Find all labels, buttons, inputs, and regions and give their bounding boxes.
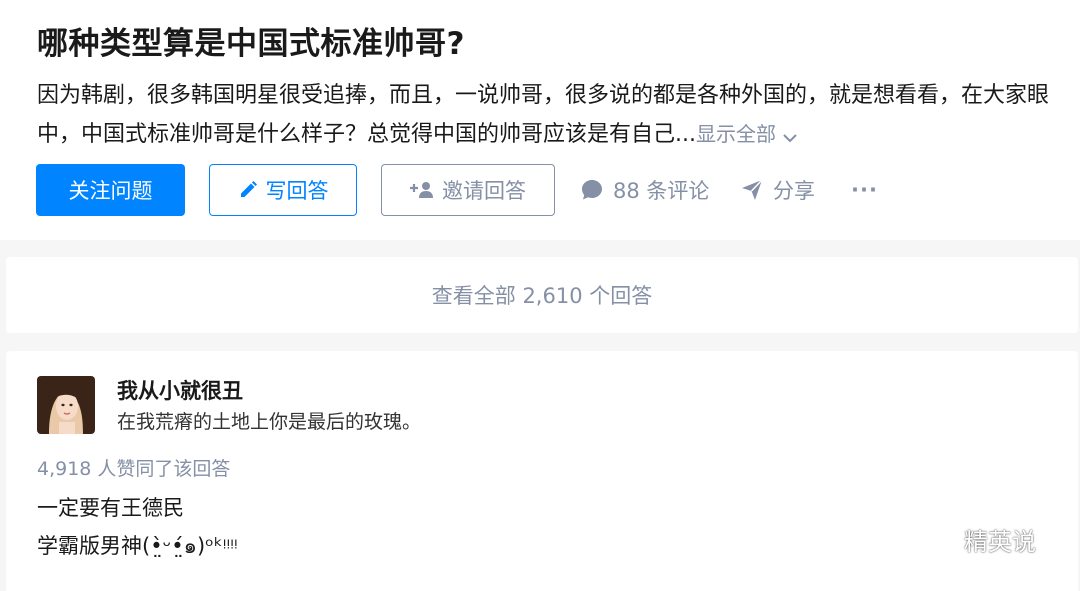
author-name[interactable]: 我从小就很丑 xyxy=(117,375,243,405)
invite-answer-button[interactable]: 邀请回答 xyxy=(381,164,555,216)
wechat-icon xyxy=(918,525,958,554)
more-dots-icon: ··· xyxy=(851,178,878,202)
answer-line: 一定要有王德民 xyxy=(37,496,184,520)
add-user-icon xyxy=(410,182,433,198)
answer-line: 学霸版男神(•̤̀ᵕ•̤́๑)ᵒᵏᵎᵎᵎᵎ xyxy=(37,534,238,558)
write-answer-label: 写回答 xyxy=(265,179,329,203)
question-title: 哪种类型算是中国式标准帅哥? xyxy=(37,26,465,62)
question-description-text: 因为韩剧，很多韩国明星很受追捧，而且，一说帅哥，很多说的都是各种外国的，就是想看… xyxy=(37,83,1050,147)
view-all-answers-button[interactable]: 查看全部 2,610 个回答 xyxy=(6,257,1078,333)
follow-question-label: 关注问题 xyxy=(68,179,153,203)
vote-count: 4,918 人赞同了该回答 xyxy=(37,458,231,480)
question-actions: 关注问题 写回答 邀请回答 88 条评论 分享 ··· xyxy=(36,164,1066,216)
question-header: 哪种类型算是中国式标准帅哥? 因为韩剧，很多韩国明星很受追捧，而且，一说帅哥，很… xyxy=(0,0,1080,240)
show-all-label: 显示全部 xyxy=(695,122,776,146)
watermark-text: 精英说 xyxy=(964,528,1036,556)
view-all-answers-label: 查看全部 2,610 个回答 xyxy=(431,284,653,308)
invite-answer-label: 邀请回答 xyxy=(442,179,526,203)
comment-icon xyxy=(582,180,602,200)
avatar[interactable] xyxy=(37,376,95,434)
share-button[interactable]: 分享 xyxy=(741,164,815,216)
comments-label: 88 条评论 xyxy=(613,179,710,203)
show-all-link[interactable]: 显示全部 xyxy=(696,122,798,146)
more-options-button[interactable]: ··· xyxy=(851,164,878,216)
answer-content: 一定要有王德民 学霸版男神(•̤̀ᵕ•̤́๑)ᵒᵏᵎᵎᵎᵎ xyxy=(37,489,238,565)
paper-plane-icon xyxy=(742,179,763,200)
share-label: 分享 xyxy=(773,179,815,203)
question-description: 因为韩剧，很多韩国明星很受追捧，而且，一说帅哥，很多说的都是各种外国的，就是想看… xyxy=(37,77,1057,155)
write-answer-button[interactable]: 写回答 xyxy=(209,164,357,216)
pencil-icon xyxy=(240,181,257,197)
comments-button[interactable]: 88 条评论 xyxy=(581,164,709,216)
chevron-down-icon xyxy=(782,117,798,155)
follow-question-button[interactable]: 关注问题 xyxy=(36,164,185,216)
watermark: 精英说 xyxy=(918,522,1036,557)
author-bio: 在我荒瘠的土地上你是最后的玫瑰。 xyxy=(117,411,422,433)
